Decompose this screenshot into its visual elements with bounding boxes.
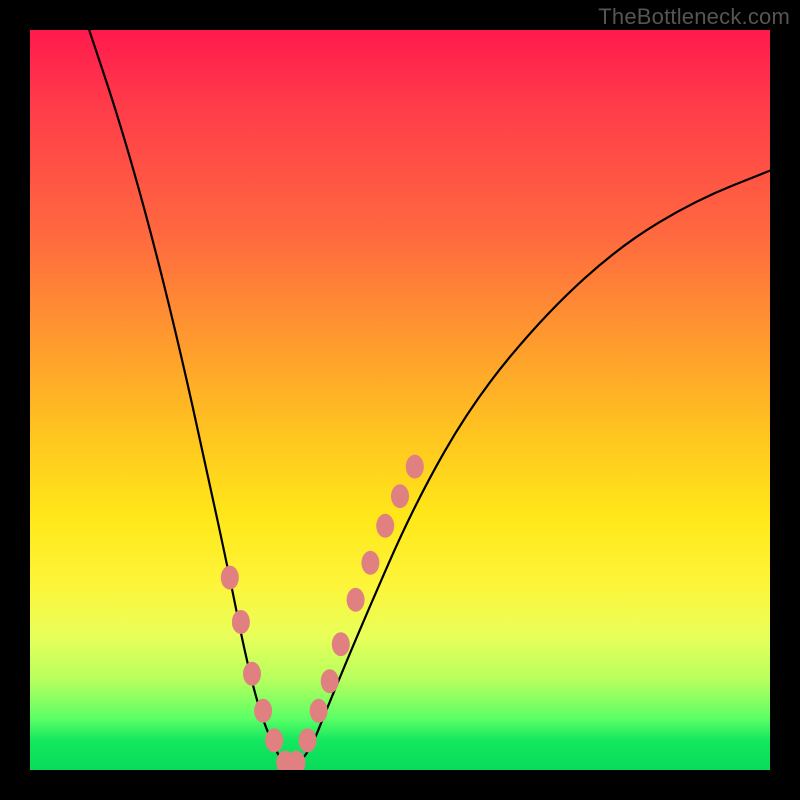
plot-area [30, 30, 770, 770]
marker-point [221, 566, 239, 590]
marker-point [406, 455, 424, 479]
marker-point [321, 669, 339, 693]
outer-frame: TheBottleneck.com [0, 0, 800, 800]
marker-point [232, 610, 250, 634]
marker-point [332, 632, 350, 656]
marker-point [347, 588, 365, 612]
curve-svg [30, 30, 770, 770]
marker-point [310, 699, 328, 723]
marker-point [391, 484, 409, 508]
marker-point [299, 728, 317, 752]
marker-point [376, 514, 394, 538]
marker-point [265, 728, 283, 752]
bottleneck-curve-path [89, 30, 770, 766]
marker-point [254, 699, 272, 723]
marker-point [361, 551, 379, 575]
attribution-text: TheBottleneck.com [598, 4, 790, 30]
marker-point [243, 662, 261, 686]
